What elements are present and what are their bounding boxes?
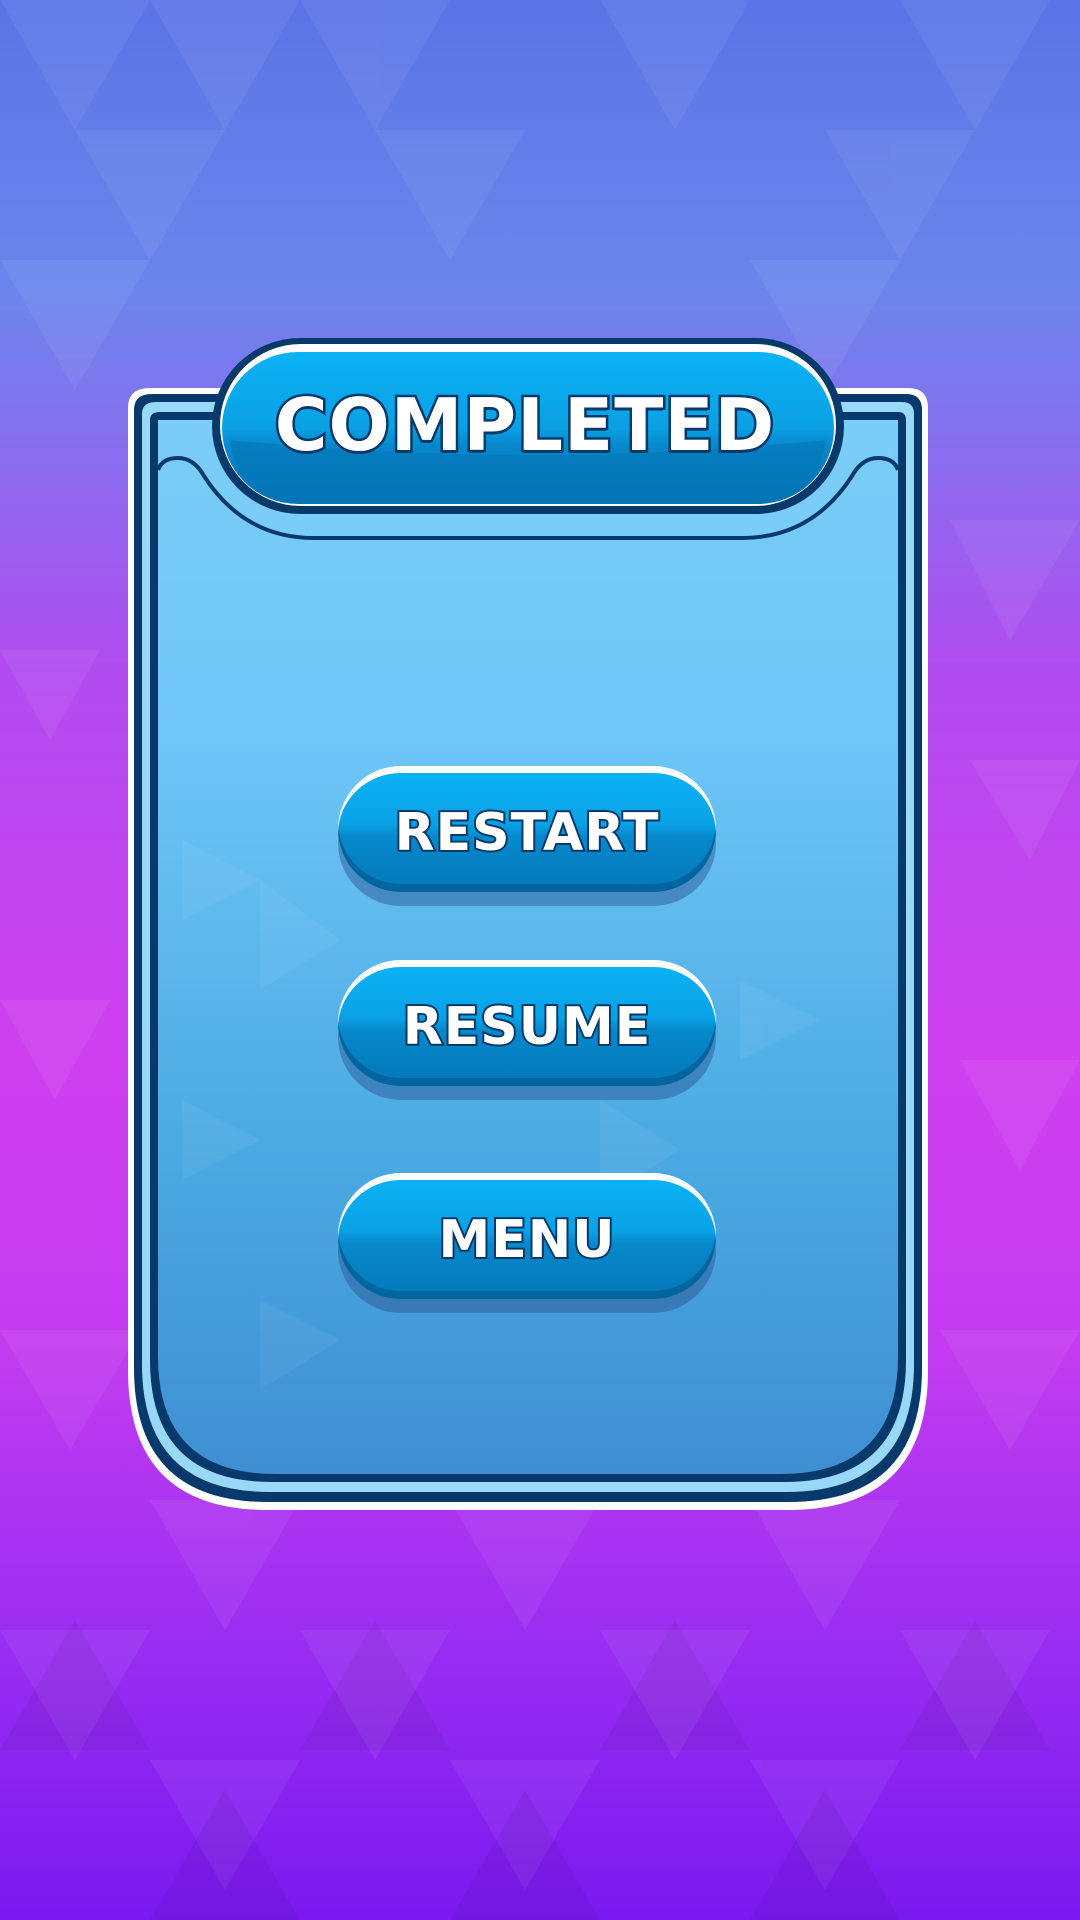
restart-button-label: RESTART: [393, 801, 661, 865]
dialog-title: COMPLETED: [272, 381, 777, 470]
menu-button[interactable]: MENU: [338, 1173, 716, 1299]
resume-button[interactable]: RESUME: [338, 960, 716, 1086]
resume-button-label: RESUME: [401, 995, 653, 1059]
restart-button[interactable]: RESTART: [338, 766, 716, 892]
menu-button-label: MENU: [436, 1208, 616, 1272]
